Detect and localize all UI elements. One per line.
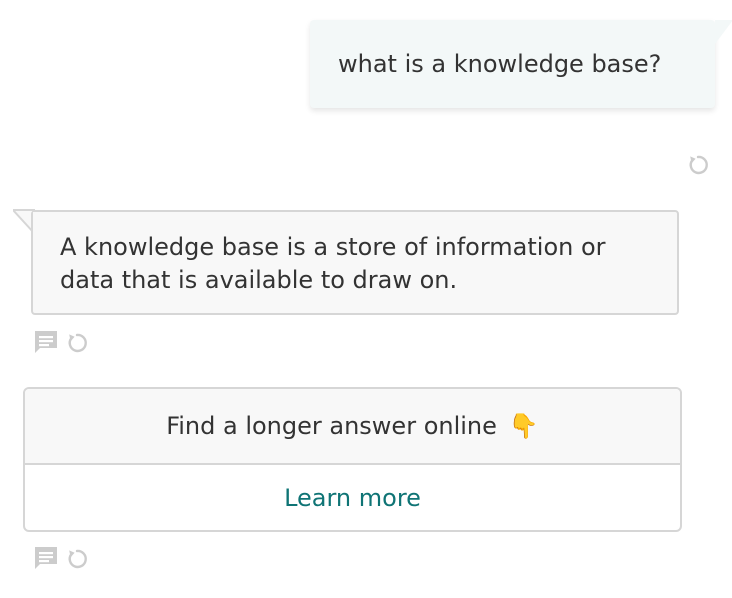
retry-icon [68, 549, 87, 569]
user-bubble-tail [715, 20, 732, 44]
chat-bubble-icon [35, 547, 57, 569]
user-message-text: what is a knowledge base? [338, 50, 662, 78]
card-feedback-button[interactable] [33, 545, 59, 571]
chat-transcript: what is a knowledge base? A knowledge ba… [0, 0, 732, 598]
bot-message-feedback-button[interactable] [33, 329, 59, 355]
user-message-bubble: what is a knowledge base? [310, 20, 732, 108]
bot-message-retry-button[interactable] [64, 330, 90, 356]
retry-icon [689, 155, 708, 175]
retry-icon [68, 333, 87, 353]
bot-message-bubble: A knowledge base is a store of informati… [31, 210, 679, 315]
card-retry-button[interactable] [64, 546, 90, 572]
learn-more-link[interactable]: Learn more [25, 465, 680, 530]
chat-bubble-icon [35, 331, 57, 353]
bot-tail-seam [33, 212, 41, 232]
longer-answer-card: Find a longer answer online 👇 Learn more [23, 387, 682, 532]
pointing-down-icon: 👇 [508, 412, 539, 440]
card-header: Find a longer answer online 👇 [25, 389, 680, 465]
user-message-retry-button[interactable] [685, 152, 711, 178]
card-title: Find a longer answer online [166, 412, 497, 440]
bot-message-text: A knowledge base is a store of informati… [60, 233, 606, 294]
